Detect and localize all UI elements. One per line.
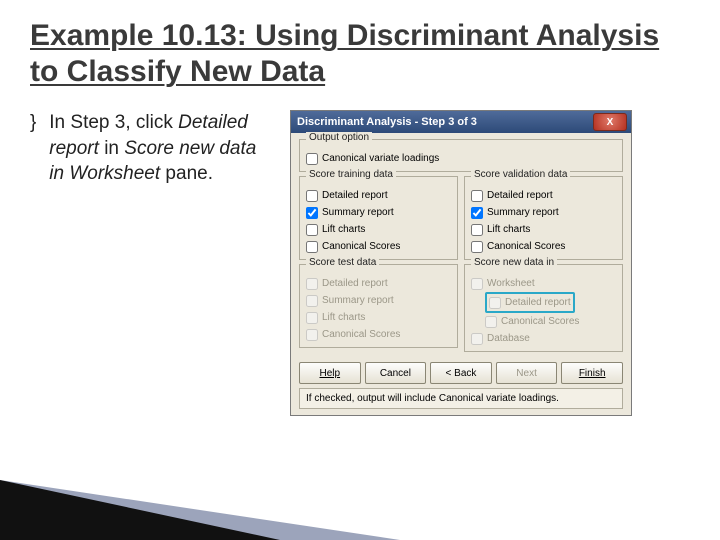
chk-train-detailed[interactable]: Detailed report <box>306 187 451 204</box>
chk-valid-canon[interactable]: Canonical Scores <box>471 238 616 255</box>
group-output: Output option Canonical variate loadings <box>299 139 623 172</box>
chk-valid-detailed-label: Detailed report <box>487 190 553 201</box>
chk-test-canon-box[interactable] <box>306 329 318 341</box>
chk-valid-detailed[interactable]: Detailed report <box>471 187 616 204</box>
button-row: Help Cancel < Back Next Finish <box>299 362 623 384</box>
chk-canonical-loadings[interactable]: Canonical variate loadings <box>306 150 616 167</box>
chk-test-canon[interactable]: Canonical Scores <box>306 326 451 343</box>
chk-train-canon-label: Canonical Scores <box>322 241 400 252</box>
chk-newws-canonical-label: Canonical Scores <box>501 316 579 327</box>
chk-train-canon[interactable]: Canonical Scores <box>306 238 451 255</box>
chk-canonical-loadings-label: Canonical variate loadings <box>322 153 439 164</box>
chk-train-lift[interactable]: Lift charts <box>306 221 451 238</box>
finish-button[interactable]: Finish <box>561 362 623 384</box>
chk-train-summary-label: Summary report <box>322 207 394 218</box>
status-text: If checked, output will include Canonica… <box>299 388 623 409</box>
chk-valid-lift-label: Lift charts <box>487 224 530 235</box>
dialog-window: Discriminant Analysis - Step 3 of 3 X Ou… <box>290 110 632 416</box>
chk-test-lift-label: Lift charts <box>322 312 365 323</box>
cancel-button[interactable]: Cancel <box>365 362 427 384</box>
group-new-worksheet: Score new data in Worksheet Detailed rep… <box>464 264 623 352</box>
group-valid: Score validation data Detailed report Su… <box>464 176 623 260</box>
chk-train-canon-box[interactable] <box>306 241 318 253</box>
bt-5: pane. <box>160 163 213 184</box>
chk-valid-summary-label: Summary report <box>487 207 559 218</box>
group-test-label: Score test data <box>306 257 379 268</box>
chk-test-canon-label: Canonical Scores <box>322 329 400 340</box>
chk-newws-worksheet[interactable]: Worksheet <box>471 275 616 292</box>
slide-title: Example 10.13: Using Discriminant Analys… <box>0 0 720 98</box>
chk-test-detailed-label: Detailed report <box>322 278 388 289</box>
bt-1: In Step 3, click <box>49 112 178 133</box>
bt-3: in <box>99 138 124 159</box>
chk-valid-lift[interactable]: Lift charts <box>471 221 616 238</box>
dialog-body: Output option Canonical variate loadings… <box>291 133 631 415</box>
titlebar-text: Discriminant Analysis - Step 3 of 3 <box>297 116 593 128</box>
chk-test-detailed[interactable]: Detailed report <box>306 275 451 292</box>
chk-test-lift-box[interactable] <box>306 312 318 324</box>
chk-train-detailed-box[interactable] <box>306 190 318 202</box>
chk-test-summary-box[interactable] <box>306 295 318 307</box>
group-newws-label: Score new data in <box>471 257 557 268</box>
chk-test-lift[interactable]: Lift charts <box>306 309 451 326</box>
chk-train-detailed-label: Detailed report <box>322 190 388 201</box>
content-row: } In Step 3, click Detailed report in Sc… <box>0 98 720 416</box>
chk-train-summary-box[interactable] <box>306 207 318 219</box>
next-button[interactable]: Next <box>496 362 558 384</box>
bullet-icon: } <box>30 110 44 136</box>
bullet-body: In Step 3, click Detailed report in Scor… <box>49 110 259 187</box>
close-icon[interactable]: X <box>593 113 627 131</box>
group-valid-label: Score validation data <box>471 169 570 180</box>
chk-valid-canon-box[interactable] <box>471 241 483 253</box>
chk-valid-summary[interactable]: Summary report <box>471 204 616 221</box>
chk-train-lift-box[interactable] <box>306 224 318 236</box>
titlebar: Discriminant Analysis - Step 3 of 3 X <box>291 111 631 133</box>
chk-train-summary[interactable]: Summary report <box>306 204 451 221</box>
chk-test-detailed-box[interactable] <box>306 278 318 290</box>
chk-valid-canon-label: Canonical Scores <box>487 241 565 252</box>
chk-train-lift-label: Lift charts <box>322 224 365 235</box>
chk-test-summary-label: Summary report <box>322 295 394 306</box>
group-train: Score training data Detailed report Summ… <box>299 176 458 260</box>
chk-canonical-loadings-box[interactable] <box>306 153 318 165</box>
chk-newws-worksheet-box[interactable] <box>471 278 483 290</box>
chk-newws-database-label: Database <box>487 333 530 344</box>
chk-newws-detailed-label: Detailed report <box>505 297 571 308</box>
chk-newws-canonical-box[interactable] <box>485 316 497 328</box>
bullet-text: } In Step 3, click Detailed report in Sc… <box>30 110 270 416</box>
chk-valid-detailed-box[interactable] <box>471 190 483 202</box>
decorative-triangle-black <box>0 480 280 540</box>
chk-newws-database-box[interactable] <box>471 333 483 345</box>
chk-newws-worksheet-label: Worksheet <box>487 278 535 289</box>
chk-newws-detailed[interactable]: Detailed report <box>485 292 575 313</box>
chk-valid-summary-box[interactable] <box>471 207 483 219</box>
chk-newws-database[interactable]: Database <box>471 330 616 347</box>
chk-newws-detailed-box[interactable] <box>489 297 501 309</box>
chk-test-summary[interactable]: Summary report <box>306 292 451 309</box>
back-button[interactable]: < Back <box>430 362 492 384</box>
chk-valid-lift-box[interactable] <box>471 224 483 236</box>
help-button[interactable]: Help <box>299 362 361 384</box>
group-train-label: Score training data <box>306 169 396 180</box>
chk-newws-canonical[interactable]: Canonical Scores <box>485 313 579 330</box>
group-output-label: Output option <box>306 132 372 143</box>
group-test: Score test data Detailed report Summary … <box>299 264 458 348</box>
